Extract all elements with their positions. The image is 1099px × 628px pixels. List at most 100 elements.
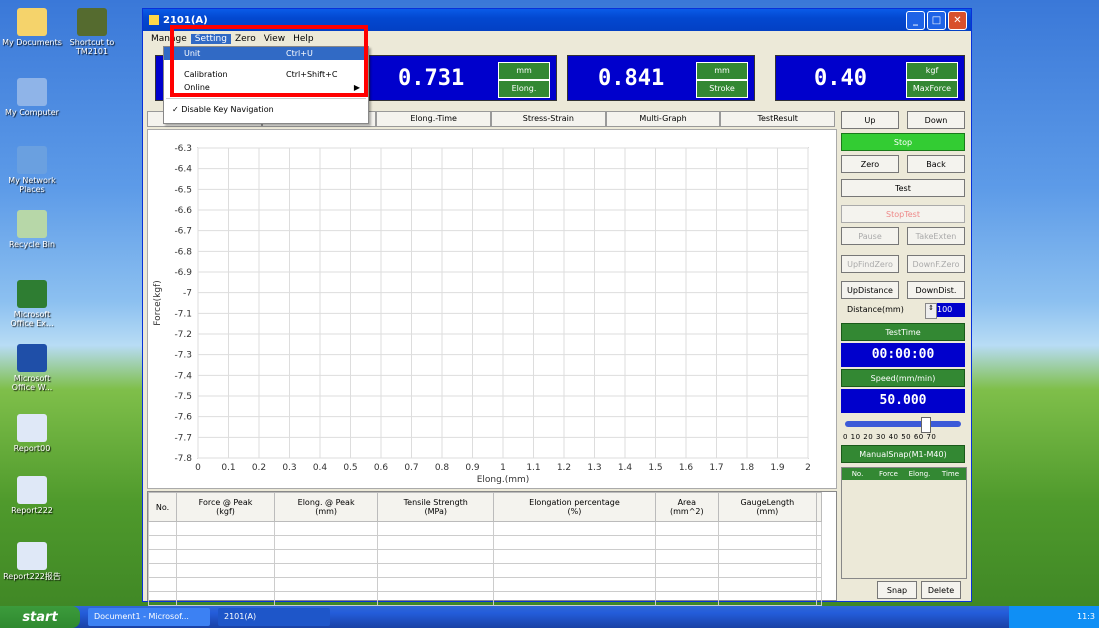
- x-tick-label: 1.3: [587, 463, 601, 473]
- updistance-button[interactable]: UpDistance: [841, 281, 899, 299]
- down-button[interactable]: Down: [907, 111, 965, 129]
- my-computer-icon[interactable]: My Computer: [2, 78, 62, 117]
- table-cell: [176, 521, 275, 536]
- speed-value: 50.000: [841, 389, 965, 413]
- tab-test-result[interactable]: TestResult: [720, 111, 836, 127]
- snap-col-no: No.: [851, 470, 864, 478]
- slider-handle[interactable]: [921, 417, 931, 433]
- my-documents-icon[interactable]: My Documents: [2, 8, 62, 47]
- x-tick-label: 0.9: [465, 463, 480, 473]
- maximize-icon[interactable]: □: [927, 10, 946, 30]
- excel-icon[interactable]: Microsoft Office Ex...: [2, 280, 62, 328]
- menu-item-disable-key-nav[interactable]: ✓ Disable Key Navigation: [164, 103, 368, 116]
- tm2101-shortcut-icon[interactable]: Shortcut to TM2101: [62, 8, 122, 56]
- table-cell: [377, 549, 495, 564]
- start-button[interactable]: start: [0, 606, 80, 628]
- distance-input[interactable]: 100: [937, 303, 965, 317]
- downfzero-button[interactable]: DownF.Zero: [907, 255, 965, 273]
- stroke-readout: 0.841 mm Stroke: [567, 55, 755, 101]
- y-tick-label: -7.4: [174, 371, 192, 381]
- tab-elong-time[interactable]: Elong.-Time: [376, 111, 492, 127]
- stop-button[interactable]: Stop: [841, 133, 965, 151]
- table-cell: [273, 591, 379, 606]
- speed-slider[interactable]: [845, 417, 961, 433]
- results-header-1[interactable]: Force @ Peak (kgf): [176, 492, 275, 522]
- test-button[interactable]: Test: [841, 179, 965, 197]
- task-document1[interactable]: Document1 - Microsof...: [88, 608, 210, 626]
- table-row[interactable]: [147, 577, 823, 592]
- up-button[interactable]: Up: [841, 111, 899, 129]
- snap-button[interactable]: Snap: [877, 581, 917, 599]
- menu-setting[interactable]: Setting: [190, 34, 231, 44]
- menu-manage[interactable]: Manage: [147, 34, 191, 44]
- delete-button[interactable]: Delete: [921, 581, 961, 599]
- x-tick-label: 1.4: [618, 463, 633, 473]
- tab-multi-graph[interactable]: Multi-Graph: [605, 111, 721, 127]
- taskbar: start Document1 - Microsof... 2101(A) 11…: [0, 606, 1099, 628]
- y-tick-label: -6.8: [174, 247, 192, 257]
- table-cell: [493, 577, 656, 592]
- distance-spinner-icon[interactable]: ⇕: [925, 303, 937, 319]
- task-2101a[interactable]: 2101(A): [218, 608, 330, 626]
- x-tick-label: 1.2: [557, 463, 571, 473]
- zero-button[interactable]: Zero: [841, 155, 899, 173]
- menu-zero[interactable]: Zero: [231, 34, 260, 44]
- table-cell: [815, 577, 823, 592]
- x-tick-label: 1.6: [679, 463, 694, 473]
- table-cell: [377, 521, 495, 536]
- report222-icon[interactable]: Report222: [2, 476, 62, 515]
- tab-stress-strain[interactable]: Stress-Strain: [491, 111, 606, 127]
- table-cell: [654, 563, 719, 578]
- table-cell: [493, 521, 656, 536]
- report222-cn-icon[interactable]: Report222报告: [2, 542, 62, 581]
- network-places-icon[interactable]: My Network Places: [2, 146, 62, 194]
- x-axis-label: Elong.(mm): [477, 475, 530, 485]
- table-cell: [815, 549, 823, 564]
- snap-table: No. Force Elong. Time: [841, 467, 967, 579]
- table-cell: [815, 563, 823, 578]
- table-row[interactable]: [147, 535, 823, 550]
- window-title: 2101(A): [163, 14, 208, 26]
- menu-item-online[interactable]: Online ▶: [164, 81, 368, 94]
- results-header-6[interactable]: GaugeLength (mm): [717, 492, 817, 522]
- table-cell: [717, 535, 817, 550]
- table-cell: [717, 549, 817, 564]
- table-row[interactable]: [147, 549, 823, 564]
- menu-help[interactable]: Help: [289, 34, 318, 44]
- table-cell: [273, 535, 379, 550]
- minimize-icon[interactable]: _: [906, 10, 925, 30]
- table-cell: [815, 591, 823, 606]
- stoptest-button[interactable]: StopTest: [841, 205, 965, 223]
- menu-item-calibration[interactable]: Calibration Ctrl+Shift+C: [164, 68, 368, 81]
- title-bar[interactable]: 2101(A) _ □ ✕: [143, 9, 971, 31]
- table-row[interactable]: [147, 591, 823, 606]
- takeexten-button[interactable]: TakeExten: [907, 227, 965, 245]
- recycle-bin-icon[interactable]: Recycle Bin: [2, 210, 62, 249]
- menu-view[interactable]: View: [260, 34, 289, 44]
- table-cell: [147, 549, 178, 564]
- report00-icon[interactable]: Report00: [2, 414, 62, 453]
- back-button[interactable]: Back: [907, 155, 965, 173]
- results-header-4[interactable]: Elongation percentage (%): [493, 492, 656, 522]
- results-header-0[interactable]: No.: [147, 492, 178, 522]
- y-tick-label: -7.5: [174, 392, 192, 402]
- table-cell: [717, 563, 817, 578]
- menu-item-unit[interactable]: Unit Ctrl+U: [164, 47, 368, 60]
- app-icon: [149, 15, 159, 25]
- downdist-button[interactable]: DownDist.: [907, 281, 965, 299]
- results-header-2[interactable]: Elong. @ Peak (mm): [273, 492, 379, 522]
- y-tick-label: -7.6: [174, 413, 192, 423]
- word-icon[interactable]: Microsoft Office W...: [2, 344, 62, 392]
- table-row[interactable]: [147, 563, 823, 578]
- table-row[interactable]: [147, 521, 823, 536]
- pause-button[interactable]: Pause: [841, 227, 899, 245]
- upfindzero-button[interactable]: UpFindZero: [841, 255, 899, 273]
- results-header-5[interactable]: Area (mm^2): [654, 492, 719, 522]
- table-cell: [654, 521, 719, 536]
- close-icon[interactable]: ✕: [948, 10, 967, 30]
- table-cell: [493, 591, 656, 606]
- table-cell: [654, 535, 719, 550]
- y-tick-label: -6.4: [174, 165, 192, 175]
- y-tick-label: -7.7: [174, 433, 192, 443]
- results-header-3[interactable]: Tensile Strength (MPa): [377, 492, 495, 522]
